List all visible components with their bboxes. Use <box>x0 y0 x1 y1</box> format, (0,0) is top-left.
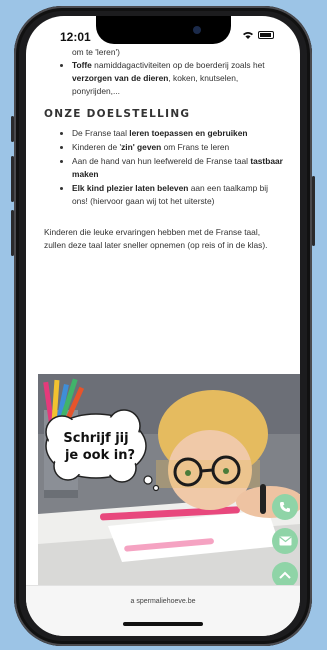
item-text: Kinderen de ' <box>72 142 122 152</box>
list-item: Elk kind plezier laten beleven aan een t… <box>72 182 284 208</box>
item-bold: leren toepassen en gebruiken <box>129 128 248 138</box>
list-continuation: om te 'leren') <box>72 47 120 57</box>
list-item-bold: verzorgen van de dieren <box>72 73 169 83</box>
home-indicator[interactable] <box>123 622 203 626</box>
browser-bar: a spermaliehoeve.be <box>26 585 300 636</box>
volume-down-button <box>11 210 14 256</box>
mail-button[interactable] <box>272 528 298 554</box>
child-drawing-photo: Schrijf jij je ook in? <box>38 374 300 586</box>
mail-icon <box>278 536 292 546</box>
phone-icon <box>280 502 290 512</box>
item-bold: Elk kind plezier laten beleven <box>72 183 189 193</box>
camera-icon <box>193 26 201 34</box>
status-icons <box>243 31 274 39</box>
page-content[interactable]: om te 'leren') Toffe namiddagactiviteite… <box>26 46 300 586</box>
item-text: om Frans te leren <box>161 142 230 152</box>
list-item: Aan de hand van hun leefwereld de Franse… <box>72 155 284 181</box>
list-item: De Franse taal leren toepassen en gebrui… <box>72 127 284 140</box>
bubble-line-2: je ook in? <box>64 448 135 463</box>
phone-button[interactable] <box>272 494 298 520</box>
volume-up-button <box>11 156 14 202</box>
article-text: om te 'leren') Toffe namiddagactiviteite… <box>26 46 300 252</box>
battery-icon <box>258 31 274 39</box>
power-button <box>312 176 315 246</box>
item-text: Aan de hand van hun leefwereld de Franse… <box>72 156 251 166</box>
item-bold: zin' geven <box>121 142 162 152</box>
url-text: spermaliehoeve.be <box>136 598 196 605</box>
status-time: 12:01 <box>60 30 91 44</box>
url-display[interactable]: a spermaliehoeve.be <box>26 598 300 605</box>
list-item: Toffe namiddagactiviteiten op de boerder… <box>72 59 284 98</box>
bubble-line-1: Schrijf jij <box>63 431 128 446</box>
list-item-bold: Toffe <box>72 60 92 70</box>
notch <box>96 16 231 44</box>
goals-list: De Franse taal leren toepassen en gebrui… <box>44 127 284 208</box>
phone-screen: 12:01 om te 'leren') Toffe namiddagactiv… <box>26 16 300 636</box>
chevron-up-icon <box>279 571 291 579</box>
list-item: Kinderen de 'zin' geven om Frans te lere… <box>72 141 284 154</box>
hero-photo: Schrijf jij je ook in? <box>38 374 300 586</box>
item-text: De Franse taal <box>72 128 130 138</box>
wifi-icon <box>243 32 253 39</box>
intro-paragraph: Kinderen die leuke ervaringen hebben met… <box>44 227 268 250</box>
mute-switch <box>11 116 14 142</box>
activities-list: Toffe namiddagactiviteiten op de boerder… <box>44 59 284 98</box>
list-item-text: namiddagactiviteiten op de boerderij zoa… <box>91 60 265 70</box>
lock-icon: a <box>130 598 135 605</box>
section-title: ONZE DOELSTELLING <box>44 108 191 120</box>
